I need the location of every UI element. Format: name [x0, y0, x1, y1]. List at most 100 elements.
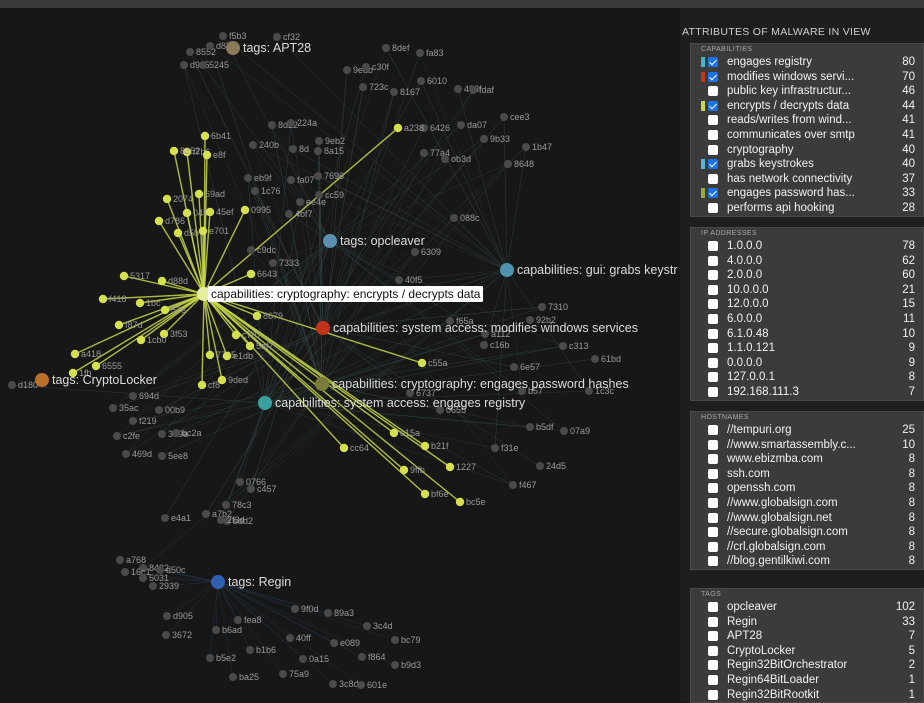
malware-node[interactable]: c30f	[362, 62, 390, 72]
malware-node[interactable]: eb9f	[244, 173, 272, 183]
highlighted-node[interactable]: 1227	[445, 462, 476, 472]
hostname-checkbox[interactable]	[708, 541, 718, 552]
capability-checkbox[interactable]	[708, 173, 718, 184]
malware-node[interactable]: ee4e	[296, 197, 326, 207]
hostname-checkbox[interactable]	[708, 439, 718, 450]
capability-row[interactable]: performs api hooking 28	[691, 201, 923, 216]
highlighted-node[interactable]: 5317	[119, 271, 150, 281]
hostname-checkbox[interactable]	[708, 468, 718, 479]
malware-node[interactable]: 694d	[129, 391, 159, 401]
capability-checkbox[interactable]	[708, 159, 718, 170]
malware-node[interactable]: 2f3d	[217, 515, 245, 525]
malware-node[interactable]: 24d5	[536, 461, 566, 471]
highlighted-node[interactable]: c55a	[417, 358, 448, 368]
capability-row[interactable]: encrypts / decrypts data 44	[691, 99, 923, 114]
malware-node[interactable]: 5245	[199, 60, 229, 70]
malware-node[interactable]: 9f0d	[291, 604, 319, 614]
malware-node[interactable]: c313	[559, 341, 589, 351]
malware-node[interactable]: cee3	[500, 112, 530, 122]
hostname-row[interactable]: //tempuri.org 25	[691, 423, 923, 438]
malware-node[interactable]: d180	[8, 380, 38, 390]
malware-node[interactable]: 1c76	[251, 186, 281, 196]
malware-node[interactable]: c2fe	[113, 431, 140, 441]
capability-row[interactable]: public key infrastructur... 46	[691, 84, 923, 99]
ip-row[interactable]: 1.1.0.121 9	[691, 341, 923, 356]
malware-node[interactable]: 723c	[359, 82, 389, 92]
graph-canvas[interactable]: f5b3cf328552d87bd9c552458deffa839edbc30f…	[0, 8, 680, 702]
highlighted-node[interactable]: 8679	[252, 311, 283, 321]
hostname-row[interactable]: www.ebizmba.com 8	[691, 452, 923, 467]
malware-node[interactable]: d905	[163, 611, 193, 621]
malware-node[interactable]: 7310	[538, 302, 568, 312]
tag-checkbox[interactable]	[708, 616, 718, 627]
capability-row[interactable]: has network connectivity 37	[691, 172, 923, 187]
ip-checkbox[interactable]	[708, 357, 718, 368]
highlighted-node[interactable]: e701	[198, 226, 229, 236]
tag-checkbox[interactable]	[708, 689, 718, 700]
malware-node[interactable]: 224a	[287, 118, 317, 128]
malware-node[interactable]: 9eb2	[315, 136, 345, 146]
malware-node[interactable]: 75a9	[279, 669, 309, 679]
ip-checkbox[interactable]	[708, 328, 718, 339]
ip-row[interactable]: 10.0.0.0 21	[691, 283, 923, 298]
malware-node[interactable]: 4bf7	[285, 209, 313, 219]
tag-row[interactable]: Regin32BitOrchestrator 2	[691, 658, 923, 673]
malware-node[interactable]: 6309	[411, 247, 441, 257]
highlighted-node[interactable]: c707	[231, 330, 262, 340]
tag-row[interactable]: CryptoLocker 5	[691, 644, 923, 659]
highlighted-node[interactable]: e15a	[389, 428, 420, 438]
malware-node[interactable]: b9d3	[391, 660, 421, 670]
ip-checkbox[interactable]	[708, 284, 718, 295]
malware-node[interactable]: ob3d	[441, 154, 471, 164]
highlighted-node[interactable]: e1db	[222, 351, 253, 361]
malware-node[interactable]: fea8	[234, 615, 262, 625]
ip-row[interactable]: 12.0.0.0 15	[691, 297, 923, 312]
malware-node[interactable]: 5ee8	[158, 451, 188, 461]
capability-checkbox[interactable]	[708, 144, 718, 155]
malware-node[interactable]: 6426	[420, 123, 450, 133]
highlighted-node[interactable]: a238	[393, 123, 424, 133]
highlighted-node[interactable]: 9ded	[217, 375, 248, 385]
tag-checkbox[interactable]	[708, 674, 718, 685]
malware-node[interactable]: fa83	[416, 48, 444, 58]
malware-node[interactable]: c16b	[480, 340, 510, 350]
malware-node[interactable]: a768	[116, 555, 146, 565]
ip-row[interactable]: 6.0.0.0 11	[691, 312, 923, 327]
malware-node[interactable]: 89a3	[324, 608, 354, 618]
ip-row[interactable]: 192.168.111.3 7	[691, 385, 923, 400]
hub-node[interactable]: capabilities: cryptography: engages pass…	[315, 377, 629, 391]
capability-row[interactable]: communicates over smtp 41	[691, 128, 923, 143]
highlighted-node[interactable]: b21f	[420, 441, 449, 451]
highlighted-node[interactable]: e8f	[202, 150, 226, 160]
hostname-row[interactable]: //www.globalsign.com 8	[691, 496, 923, 511]
malware-node[interactable]: 61bd	[591, 354, 621, 364]
highlighted-node[interactable]: cc64	[339, 443, 369, 453]
malware-node[interactable]: 7696	[314, 171, 344, 181]
malware-node[interactable]: ba25	[229, 672, 259, 682]
tag-row[interactable]: Regin 33	[691, 615, 923, 630]
ip-row[interactable]: 6.1.0.48 10	[691, 327, 923, 342]
malware-node[interactable]: da07	[457, 120, 487, 130]
malware-node[interactable]: 9b33	[480, 134, 510, 144]
capability-checkbox[interactable]	[708, 202, 718, 213]
capability-row[interactable]: grabs keystrokes 40	[691, 157, 923, 172]
malware-node[interactable]: bc79	[391, 635, 421, 645]
capability-checkbox[interactable]	[708, 115, 718, 126]
malware-node[interactable]: 469d	[122, 449, 152, 459]
ip-checkbox[interactable]	[708, 372, 718, 383]
malware-node[interactable]: 601e	[357, 680, 387, 690]
tag-row[interactable]: APT28 7	[691, 629, 923, 644]
capability-row[interactable]: reads/writes from wind... 41	[691, 113, 923, 128]
hostname-checkbox[interactable]	[708, 497, 718, 508]
malware-node[interactable]: 2939	[149, 581, 179, 591]
hub-node[interactable]: capabilities: system access: engages reg…	[258, 396, 526, 410]
malware-node[interactable]: f31e	[491, 443, 519, 453]
malware-node[interactable]: 088c	[450, 213, 480, 223]
capability-row[interactable]: modifies windows servi... 70	[691, 70, 923, 85]
hostname-checkbox[interactable]	[708, 527, 718, 538]
hostname-checkbox[interactable]	[708, 512, 718, 523]
malware-node[interactable]: 07a9	[560, 426, 590, 436]
highlighted-node[interactable]: d88d	[157, 276, 188, 286]
highlighted-node[interactable]: 6b41	[200, 131, 231, 141]
malware-node[interactable]: 403f	[454, 84, 482, 94]
